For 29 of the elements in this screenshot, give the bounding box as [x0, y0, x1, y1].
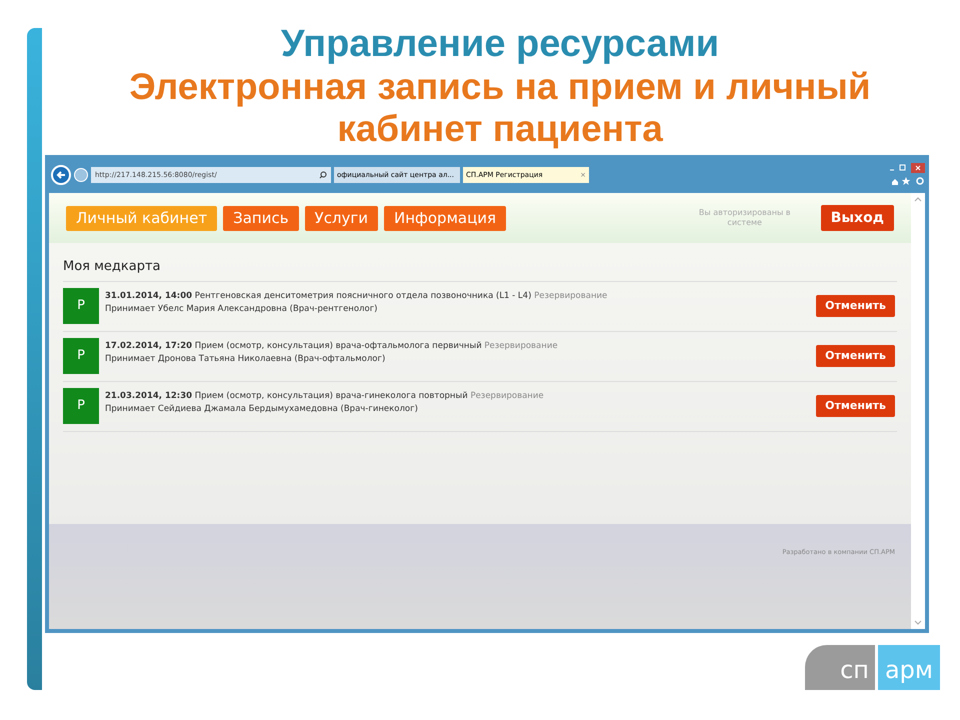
logo-left: сп: [805, 645, 875, 690]
appointment-title: 31.01.2014, 14:00 Рентгеновская денситометрия поясничного отдела позвоночника (L1 - L4) Резервирование: [105, 290, 608, 303]
nav-button[interactable]: Услуги: [304, 206, 378, 230]
status-badge: Р: [63, 288, 99, 324]
logout-button[interactable]: Выход: [820, 205, 894, 231]
appointment-doctor: Принимает Сейдиева Джамала Бердымухамедовна (Врач-гинеколог): [105, 403, 419, 416]
nav-button[interactable]: Информация: [384, 206, 506, 230]
cancel-button[interactable]: Отменить: [816, 395, 895, 417]
scroll-up-icon: [914, 197, 922, 202]
back-arrow-icon: [56, 170, 66, 180]
appointment-doctor: Принимает Убелс Мария Александровна (Врач-рентгенолог): [105, 303, 378, 316]
auth-note: Вы авторизированы в системе: [698, 208, 792, 228]
logo-right: арм: [878, 645, 940, 690]
appointment-doctor: Принимает Дронова Татьяна Николаевна (Врач-офтальмолог): [105, 353, 386, 366]
appointment-title: 17.02.2014, 17:20 Прием (осмотр, консультация) врача-офтальмолога первичный Резервирование: [105, 340, 559, 353]
section-title: Моя медкарта: [63, 257, 897, 282]
status-badge: Р: [63, 388, 99, 424]
window-controls-icon[interactable]: [889, 163, 925, 187]
slide-subtitle: Электронная запись на прием и личный кабинет пациента: [128, 66, 872, 150]
forward-button[interactable]: [74, 168, 88, 182]
cancel-button[interactable]: Отменить: [816, 295, 895, 317]
slide-title: Управление ресурсами: [280, 22, 720, 66]
appointment-title: 21.03.2014, 12:30 Прием (осмотр, консультация) врача-гинеколога повторный Резервирование: [105, 390, 545, 403]
nav-button[interactable]: Запись: [223, 206, 299, 230]
cancel-button[interactable]: Отменить: [816, 345, 895, 367]
search-icon: [319, 171, 327, 179]
status-badge: Р: [63, 338, 99, 374]
back-button[interactable]: [51, 165, 71, 185]
scroll-down-icon: [914, 620, 922, 625]
